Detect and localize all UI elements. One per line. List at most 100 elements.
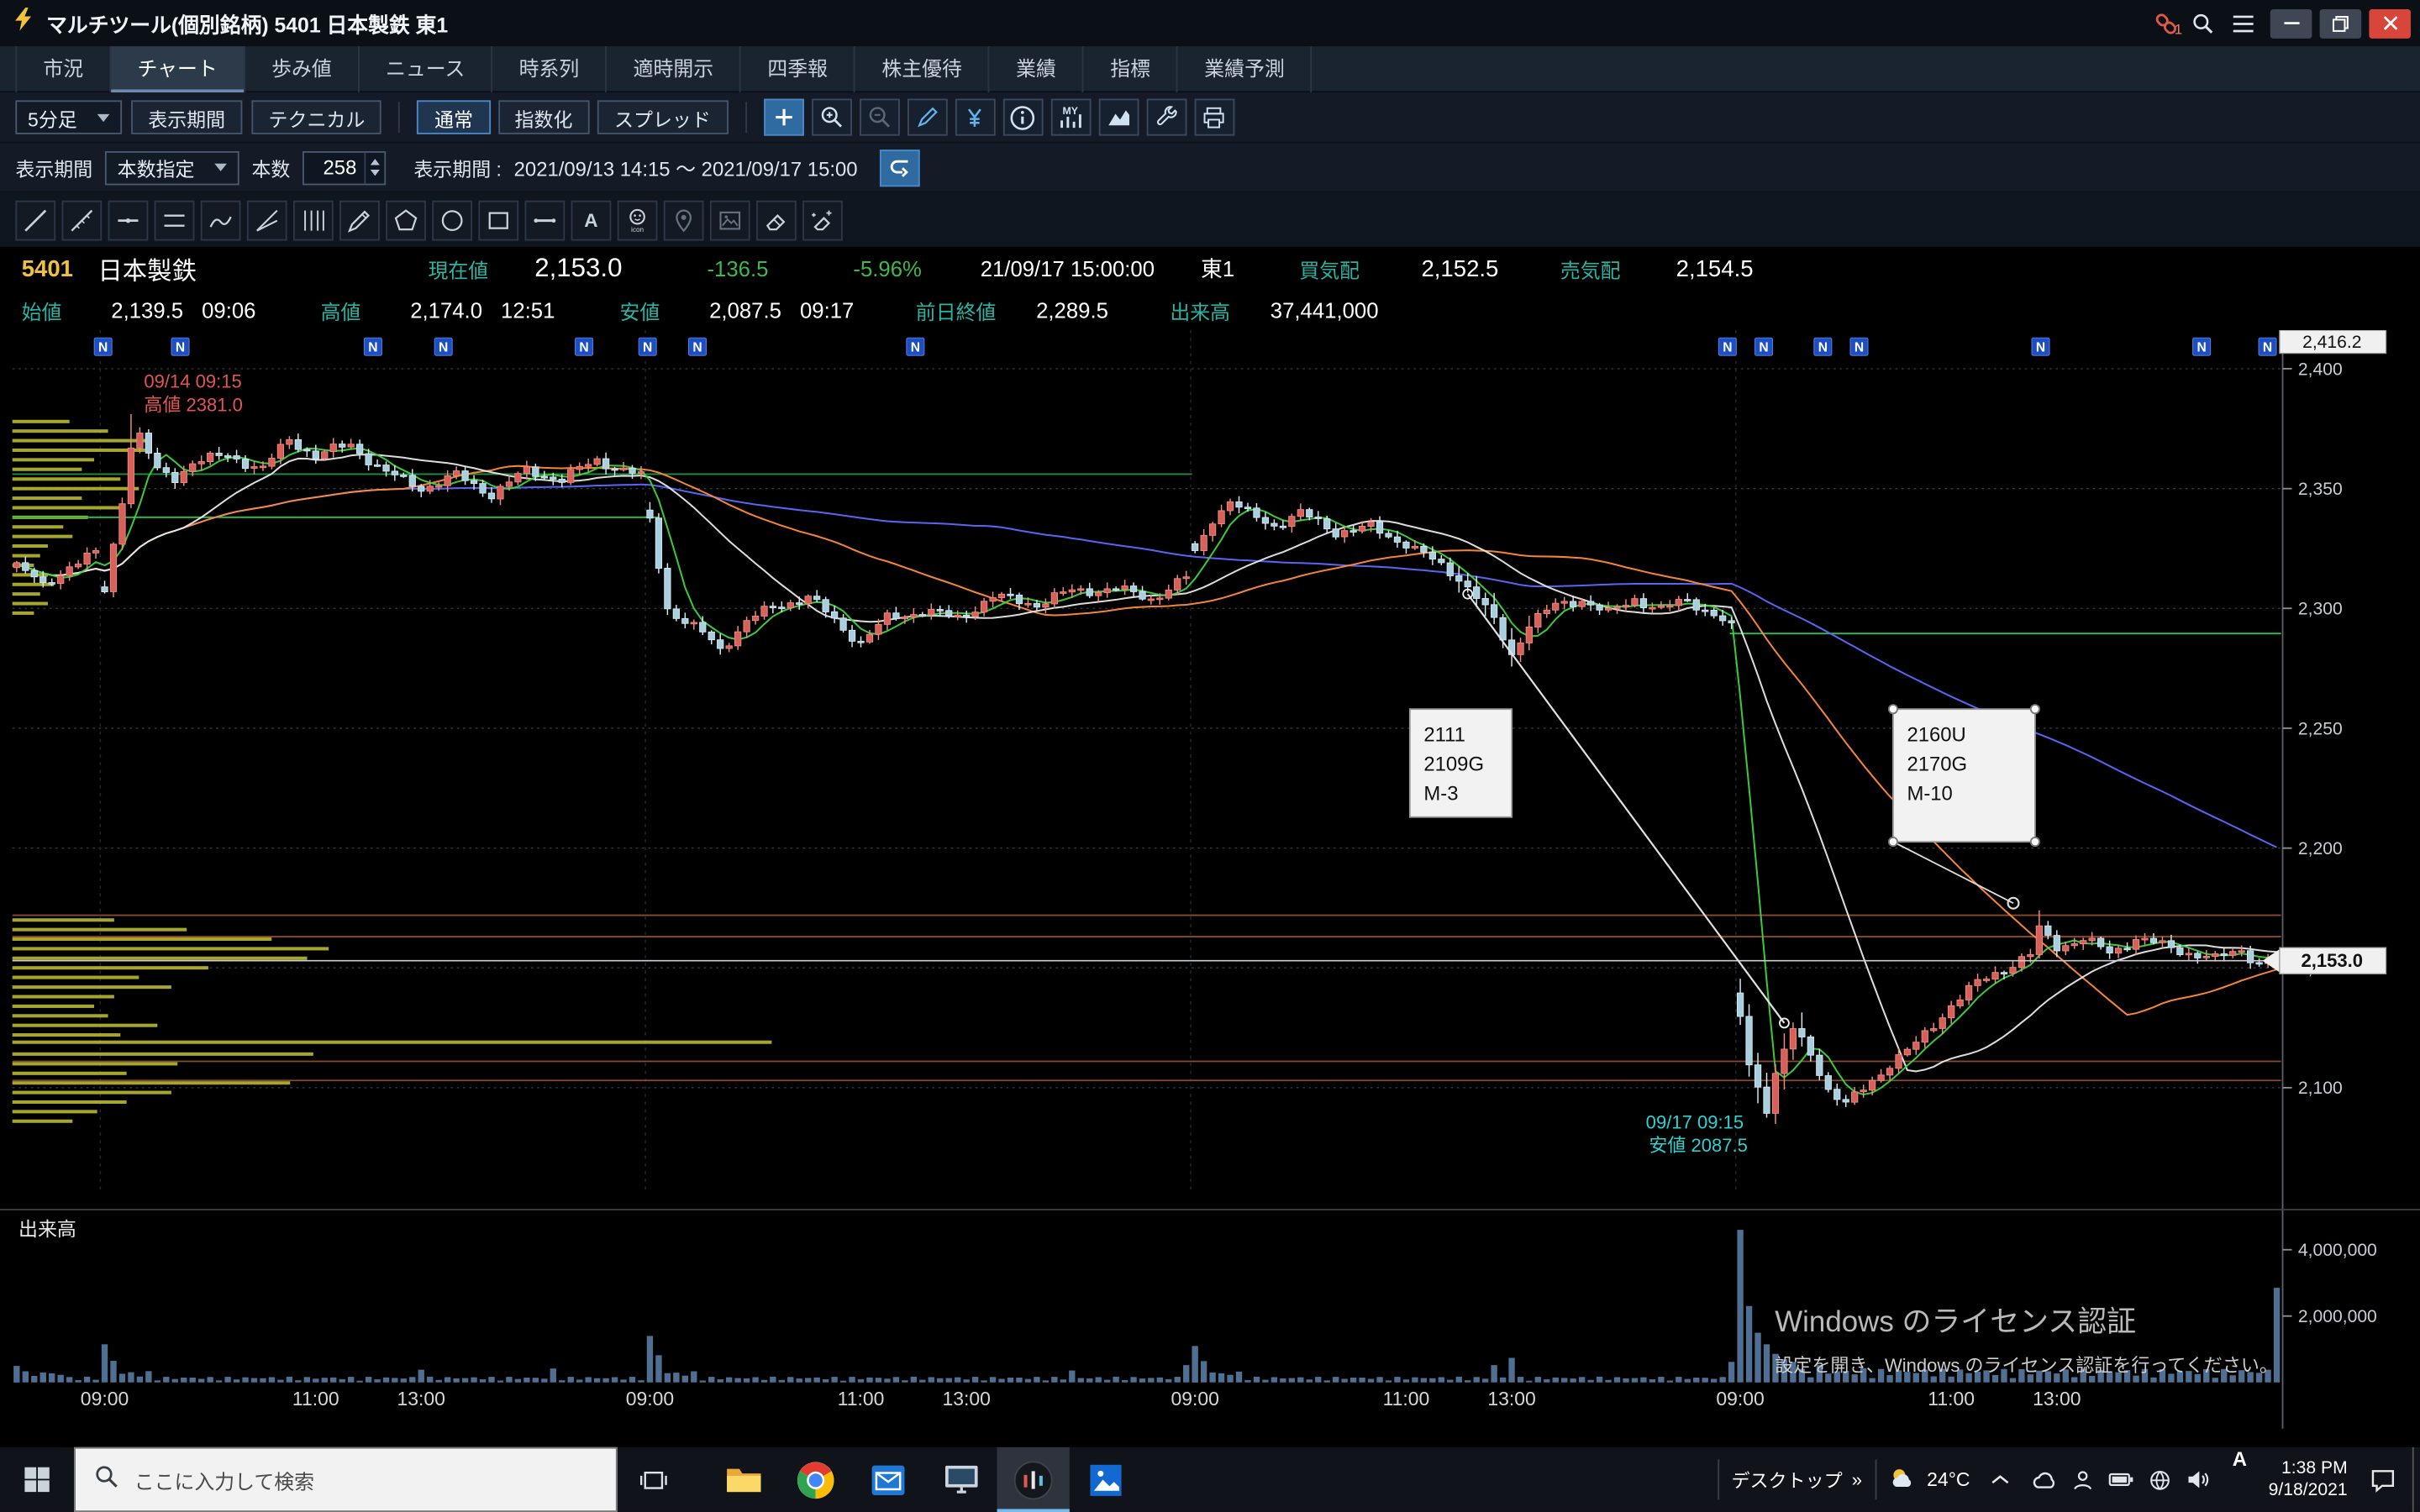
- vertical-lines-tool-icon[interactable]: [293, 200, 334, 240]
- tab-ニュース[interactable]: ニュース: [360, 46, 493, 92]
- technical-button[interactable]: テクニカル: [251, 100, 381, 134]
- clear-all-tool-icon[interactable]: [802, 200, 843, 240]
- tab-歩み値[interactable]: 歩み値: [245, 46, 360, 92]
- taskbar-chrome-icon[interactable]: [780, 1447, 852, 1512]
- mode-button-スプレッド[interactable]: スプレッド: [597, 100, 728, 134]
- segment-tool-icon[interactable]: [524, 200, 565, 240]
- callout-resize-handle[interactable]: [1889, 837, 1897, 846]
- trendline-tool-icon[interactable]: [15, 200, 55, 240]
- text-tool-icon[interactable]: A: [571, 200, 612, 240]
- callout-resize-handle[interactable]: [1889, 705, 1897, 713]
- close-button[interactable]: [2369, 8, 2411, 38]
- weather-widget[interactable]: 24°C: [1876, 1447, 1983, 1512]
- news-marker[interactable]: N: [94, 338, 112, 355]
- fibonacci-tool-icon[interactable]: [201, 200, 241, 240]
- svg-text:2,153.0: 2,153.0: [2302, 950, 2364, 971]
- bar-count-stepper[interactable]: 258: [302, 150, 386, 184]
- taskbar-display-icon[interactable]: [924, 1447, 997, 1512]
- zoom-in-icon[interactable]: [811, 99, 851, 136]
- cloud-icon[interactable]: [2032, 1469, 2058, 1491]
- mode-button-通常[interactable]: 通常: [418, 100, 490, 134]
- tab-適時開示[interactable]: 適時開示: [607, 46, 741, 92]
- tab-業績[interactable]: 業績: [990, 46, 1084, 92]
- volume-icon[interactable]: [2186, 1469, 2211, 1491]
- angle-line-tool-icon[interactable]: [247, 200, 287, 240]
- news-marker[interactable]: N: [171, 338, 189, 355]
- callout-resize-handle[interactable]: [2031, 705, 2039, 713]
- polygon-tool-icon[interactable]: [386, 200, 426, 240]
- zoom-out-icon[interactable]: [859, 99, 899, 136]
- tab-業績予測[interactable]: 業績予測: [1178, 46, 1313, 92]
- person-icon[interactable]: [2072, 1468, 2096, 1492]
- price-chart-canvas[interactable]: NNNNNNNNNNNNNNN09/14 09:15高値 2381.009/17…: [0, 330, 2420, 1444]
- taskbar-clock[interactable]: 1:38 PM 9/18/2021: [2256, 1447, 2360, 1512]
- news-marker[interactable]: N: [1755, 338, 1773, 355]
- interval-select[interactable]: 5分足: [15, 100, 122, 134]
- task-view-button[interactable]: [618, 1447, 688, 1512]
- taskbar-mail-app-icon[interactable]: [852, 1447, 924, 1512]
- mode-button-指数化[interactable]: 指数化: [497, 100, 589, 134]
- news-marker[interactable]: N: [1850, 338, 1868, 355]
- news-marker[interactable]: N: [434, 338, 452, 355]
- tray-expand-icon[interactable]: [1982, 1447, 2019, 1512]
- icon-stamp-tool-icon[interactable]: icon: [618, 200, 658, 240]
- taskbar-trading-app-icon[interactable]: [997, 1447, 1070, 1512]
- step-up-icon[interactable]: [371, 159, 380, 165]
- minimize-button[interactable]: [2270, 8, 2312, 38]
- ruler-tool-icon[interactable]: [61, 200, 102, 240]
- show-desktop-button[interactable]: [2412, 1447, 2420, 1512]
- tab-市況[interactable]: 市況: [15, 46, 111, 92]
- callout-box[interactable]: 21112109GM-3: [1410, 709, 1512, 817]
- marker-tool-icon[interactable]: [664, 200, 704, 240]
- yen-icon[interactable]: [955, 99, 995, 136]
- news-marker[interactable]: N: [364, 338, 381, 355]
- print-icon[interactable]: [1194, 99, 1234, 136]
- news-marker[interactable]: N: [576, 338, 593, 355]
- callout-resize-handle[interactable]: [2031, 837, 2039, 846]
- pen-icon[interactable]: [907, 99, 947, 136]
- add-icon[interactable]: [763, 99, 803, 136]
- reset-range-button[interactable]: [879, 149, 919, 186]
- callout-box[interactable]: 2160U2170GM-10: [1889, 705, 2039, 909]
- taskbar-explorer-icon[interactable]: [707, 1447, 779, 1512]
- tab-指標[interactable]: 指標: [1084, 46, 1178, 92]
- tab-株主優待[interactable]: 株主優待: [855, 46, 990, 92]
- menu-icon[interactable]: [2223, 6, 2263, 39]
- horizontal-line-tool-icon[interactable]: [108, 200, 149, 240]
- taskbar-photos-icon[interactable]: [1070, 1447, 1142, 1512]
- news-marker[interactable]: N: [2259, 338, 2276, 355]
- news-marker[interactable]: N: [1718, 338, 1736, 355]
- restore-button[interactable]: [2320, 8, 2362, 38]
- tab-時系列[interactable]: 時系列: [492, 46, 607, 92]
- news-marker[interactable]: N: [2032, 338, 2049, 355]
- my-chart-icon[interactable]: MY: [1050, 99, 1091, 136]
- tab-チャート[interactable]: チャート: [111, 46, 245, 92]
- start-button[interactable]: [0, 1447, 74, 1512]
- area-chart-icon[interactable]: [1098, 99, 1139, 136]
- wrench-icon[interactable]: [1146, 99, 1186, 136]
- rectangle-tool-icon[interactable]: [478, 200, 518, 240]
- period-mode-select[interactable]: 本数指定: [105, 150, 239, 184]
- ellipse-tool-icon[interactable]: [432, 200, 472, 240]
- chart-area[interactable]: NNNNNNNNNNNNNNN09/14 09:15高値 2381.009/17…: [0, 330, 2420, 1444]
- taskbar-search-input[interactable]: ここに入力して検索: [74, 1447, 618, 1512]
- step-down-icon[interactable]: [371, 170, 380, 176]
- image-tool-icon[interactable]: [710, 200, 750, 240]
- eraser-tool-icon[interactable]: [756, 200, 797, 240]
- info-icon[interactable]: [1002, 99, 1043, 136]
- tab-四季報[interactable]: 四季報: [741, 46, 855, 92]
- pencil-tool-icon[interactable]: [339, 200, 380, 240]
- news-marker[interactable]: N: [639, 338, 656, 355]
- news-marker[interactable]: N: [689, 338, 707, 355]
- news-marker[interactable]: N: [1814, 338, 1832, 355]
- news-marker[interactable]: N: [2193, 338, 2211, 355]
- desktop-toolbar[interactable]: デスクトップ »: [1719, 1447, 1875, 1512]
- parallel-lines-tool-icon[interactable]: [155, 200, 195, 240]
- news-marker[interactable]: N: [907, 338, 924, 355]
- action-center-icon[interactable]: [2360, 1447, 2412, 1512]
- display-period-button[interactable]: 表示期間: [131, 100, 242, 134]
- network-icon[interactable]: [2149, 1468, 2173, 1492]
- search-icon[interactable]: [2182, 6, 2223, 39]
- ime-indicator[interactable]: A: [2223, 1447, 2256, 1512]
- battery-icon[interactable]: [2109, 1470, 2135, 1488]
